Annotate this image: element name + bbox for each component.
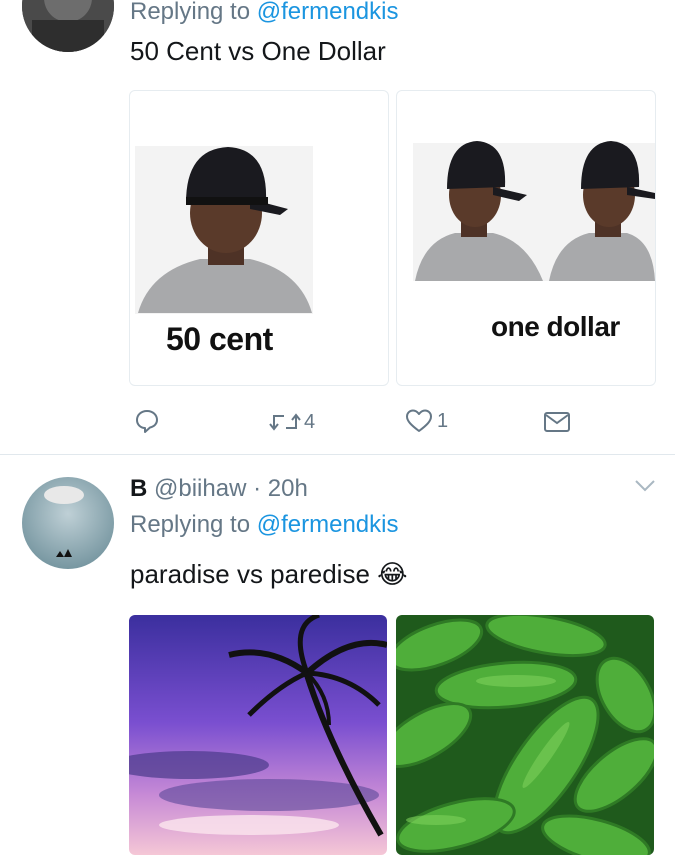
reply-button[interactable] [134,408,160,434]
retweet-icon [269,413,301,431]
chevron-down-icon [635,480,655,492]
like-count: 1 [437,409,449,432]
avatar[interactable] [22,477,114,569]
user-handle[interactable]: @biihaw [154,475,246,502]
replying-to: Replying to @fermendkis [130,511,399,539]
replying-prefix: Replying to [130,0,251,25]
media-image-2[interactable]: one dollar [396,90,656,386]
media-image-2[interactable] [396,615,654,855]
tweet-2: B @biihaw · 20h Replying to @fermendkis … [0,455,675,855]
like-button[interactable]: 1 [405,408,448,434]
sunset-palm-photo [129,615,387,855]
timestamp[interactable]: 20h [268,475,308,502]
replying-handle-link[interactable]: @fermendkis [257,511,399,538]
replying-prefix: Replying to [130,511,251,538]
tweet-1: Replying to @fermendkis 50 Cent vs One D… [0,0,675,455]
meta-separator: · [253,475,262,502]
direct-message-button[interactable] [543,410,571,434]
laughing-emoji: 😂 [377,559,408,589]
replying-handle-link[interactable]: @fermendkis [257,0,399,25]
tweet-header: B @biihaw · 20h [130,475,308,503]
envelope-icon [544,412,570,432]
bitter-melon-photo [396,615,654,855]
avatar-photo [22,477,114,569]
avatar[interactable] [22,0,114,52]
meme-caption: one dollar [491,311,620,342]
heart-icon [406,409,432,432]
tweet-text: 50 Cent vs One Dollar [130,36,386,66]
media-image-1[interactable] [129,615,387,855]
tweet-text: paradise vs paredise 😂 [130,559,408,590]
retweet-button[interactable]: 4 [268,410,315,434]
replying-to: Replying to @fermendkis [130,0,399,26]
avatar-photo [22,0,114,52]
reply-icon [136,410,158,433]
tweet-options-button[interactable] [634,479,656,498]
display-name[interactable]: B [130,475,147,502]
retweet-count: 4 [304,410,316,433]
meme-caption: 50 cent [166,321,273,357]
tweet-text-body: paradise vs paredise [130,559,370,589]
media-image-1[interactable]: 50 cent [129,90,389,386]
